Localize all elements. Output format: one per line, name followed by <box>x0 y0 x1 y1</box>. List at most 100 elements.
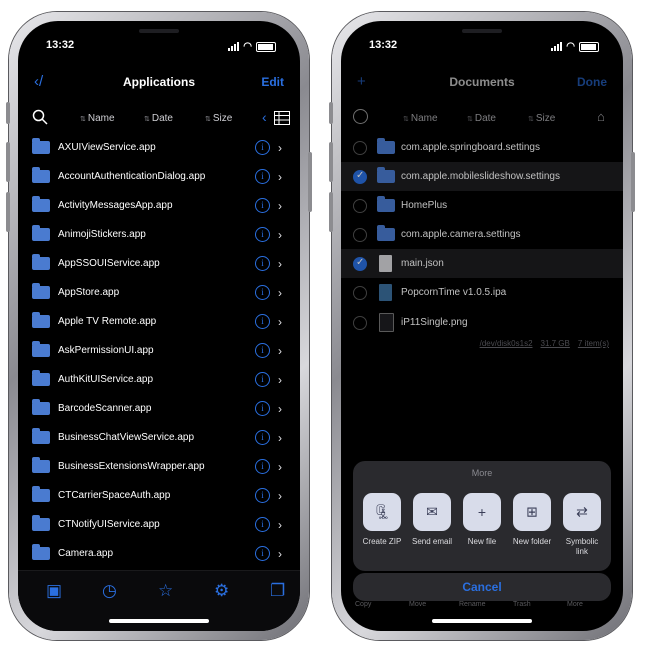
checkmark-circle-icon[interactable] <box>353 169 367 184</box>
info-icon[interactable]: i <box>255 343 270 358</box>
sort-arrows-icon: ⇅ <box>403 115 409 123</box>
select-all-circle-icon[interactable] <box>353 109 368 124</box>
chevron-right-icon[interactable]: › <box>278 547 282 561</box>
info-icon[interactable]: i <box>255 430 270 445</box>
list-item[interactable]: com.apple.springboard.settings <box>341 133 623 162</box>
page-title: Applications <box>122 75 195 89</box>
clipboard-icon[interactable]: ▣ <box>46 581 62 601</box>
list-item[interactable]: BusinessExtensionsWrapper.app i › <box>18 452 300 481</box>
list-item[interactable]: iP11Single.png <box>341 307 623 338</box>
sort-size-button[interactable]: ⇅ Size <box>205 113 232 124</box>
list-item[interactable]: com.apple.mobileslideshow.settings <box>341 162 623 191</box>
new-folder-action-button[interactable]: ⊞ New folder <box>509 493 555 557</box>
info-icon[interactable]: i <box>255 227 270 242</box>
chevron-right-icon[interactable]: › <box>278 489 282 503</box>
list-item[interactable]: BusinessChatViewService.app i › <box>18 423 300 452</box>
list-item[interactable]: ActivityMessagesApp.app i › <box>18 191 300 220</box>
sort-name-button[interactable]: ⇅ Name <box>403 113 438 124</box>
chevron-right-icon[interactable]: › <box>278 460 282 474</box>
cancel-button[interactable]: Cancel <box>353 573 611 601</box>
sort-name-button[interactable]: ⇅ Name <box>80 113 115 124</box>
nav-bar: ‹/ Applications Edit <box>18 67 300 93</box>
chevron-right-icon[interactable]: › <box>278 199 282 213</box>
info-icon[interactable]: i <box>255 285 270 300</box>
toolbar-label: Rename <box>459 601 486 608</box>
sort-arrows-icon: ⇅ <box>80 115 86 123</box>
device-path: /dev/disk0s1s2 <box>479 339 533 348</box>
list-item[interactable]: CTCarrierSpaceAuth.app i › <box>18 481 300 510</box>
empty-circle-icon[interactable] <box>353 285 367 300</box>
mail-action-button[interactable]: ✉ Send email <box>409 493 455 557</box>
info-icon[interactable]: i <box>255 198 270 213</box>
clock-icon[interactable]: ◷ <box>102 581 117 601</box>
grid-view-icon[interactable] <box>274 111 290 128</box>
info-icon[interactable]: i <box>255 401 270 416</box>
chevron-right-icon[interactable]: › <box>278 431 282 445</box>
chevron-right-icon[interactable]: › <box>278 286 282 300</box>
list-item[interactable]: AXUIViewService.app i › <box>18 133 300 162</box>
list-item[interactable]: PopcornTime v1.0.5.ipa <box>341 278 623 307</box>
info-icon[interactable]: i <box>255 488 270 503</box>
list-item[interactable]: AnimojiStickers.app i › <box>18 220 300 249</box>
checkmark-circle-icon[interactable] <box>353 256 367 271</box>
windows-icon[interactable]: ❐ <box>270 581 285 601</box>
zip-action-button[interactable]: 🗜 Create ZIP <box>359 493 405 557</box>
chevron-right-icon[interactable]: › <box>278 315 282 329</box>
sort-date-button[interactable]: ⇅ Date <box>144 113 173 124</box>
wifi-icon: ◠ <box>566 41 575 52</box>
chevron-left-icon[interactable]: ‹ <box>262 109 267 125</box>
chevron-right-icon[interactable]: › <box>278 402 282 416</box>
info-icon[interactable]: i <box>255 169 270 184</box>
list-item[interactable]: Camera.app i › <box>18 539 300 568</box>
list-item[interactable]: HomePlus <box>341 191 623 220</box>
symlink-action-button[interactable]: ⇄ Symbolic link <box>559 493 605 557</box>
sort-size-button[interactable]: ⇅ Size <box>528 113 555 124</box>
new-file-action-button[interactable]: + New file <box>459 493 505 557</box>
info-icon[interactable]: i <box>255 314 270 329</box>
sort-arrows-icon: ⇅ <box>144 115 150 123</box>
edit-button[interactable]: Edit <box>261 75 284 89</box>
info-icon[interactable]: i <box>255 459 270 474</box>
chevron-right-icon[interactable]: › <box>278 170 282 184</box>
tag-icon[interactable]: ⌂ <box>597 109 605 124</box>
list-item[interactable]: Apple TV Remote.app i › <box>18 307 300 336</box>
chevron-right-icon[interactable]: › <box>278 228 282 242</box>
folder-icon <box>32 457 50 473</box>
info-icon[interactable]: i <box>255 256 270 271</box>
done-button[interactable]: Done <box>577 75 607 89</box>
list-item[interactable]: AppStore.app i › <box>18 278 300 307</box>
chevron-right-icon[interactable]: › <box>278 141 282 155</box>
list-item[interactable]: com.apple.camera.settings <box>341 220 623 249</box>
list-item[interactable]: main.json <box>341 249 623 278</box>
star-icon[interactable]: ☆ <box>158 581 173 601</box>
empty-circle-icon[interactable] <box>353 227 367 242</box>
battery-icon <box>256 41 276 52</box>
empty-circle-icon[interactable] <box>353 198 367 213</box>
chevron-right-icon[interactable]: › <box>278 344 282 358</box>
info-icon[interactable]: i <box>255 546 270 561</box>
gear-icon[interactable]: ⚙ <box>214 581 229 601</box>
list-item[interactable]: AskPermissionUI.app i › <box>18 336 300 365</box>
empty-circle-icon[interactable] <box>353 315 367 330</box>
folder-icon <box>377 138 395 154</box>
sort-date-button[interactable]: ⇅ Date <box>467 113 496 124</box>
list-item[interactable]: BarcodeScanner.app i › <box>18 394 300 423</box>
list-item[interactable]: AccountAuthenticationDialog.app i › <box>18 162 300 191</box>
list-item[interactable]: AppSSOUIService.app i › <box>18 249 300 278</box>
search-icon[interactable] <box>32 109 48 128</box>
list-item[interactable]: CTNotifyUIService.app i › <box>18 510 300 539</box>
info-icon[interactable]: i <box>255 140 270 155</box>
action-label: Create ZIP <box>362 537 402 546</box>
action-label: Send email <box>411 537 453 546</box>
empty-circle-icon[interactable] <box>353 140 367 155</box>
chevron-right-icon[interactable]: › <box>278 518 282 532</box>
chevron-right-icon[interactable]: › <box>278 373 282 387</box>
info-icon[interactable]: i <box>255 517 270 532</box>
list-item[interactable]: AuthKitUIService.app i › <box>18 365 300 394</box>
info-icon[interactable]: i <box>255 372 270 387</box>
folder-icon <box>377 225 395 241</box>
chevron-right-icon[interactable]: › <box>278 257 282 271</box>
list-item-label: PopcornTime v1.0.5.ipa <box>401 287 507 298</box>
signal-icon <box>228 42 240 51</box>
list-item-label: ActivityMessagesApp.app <box>58 200 173 211</box>
